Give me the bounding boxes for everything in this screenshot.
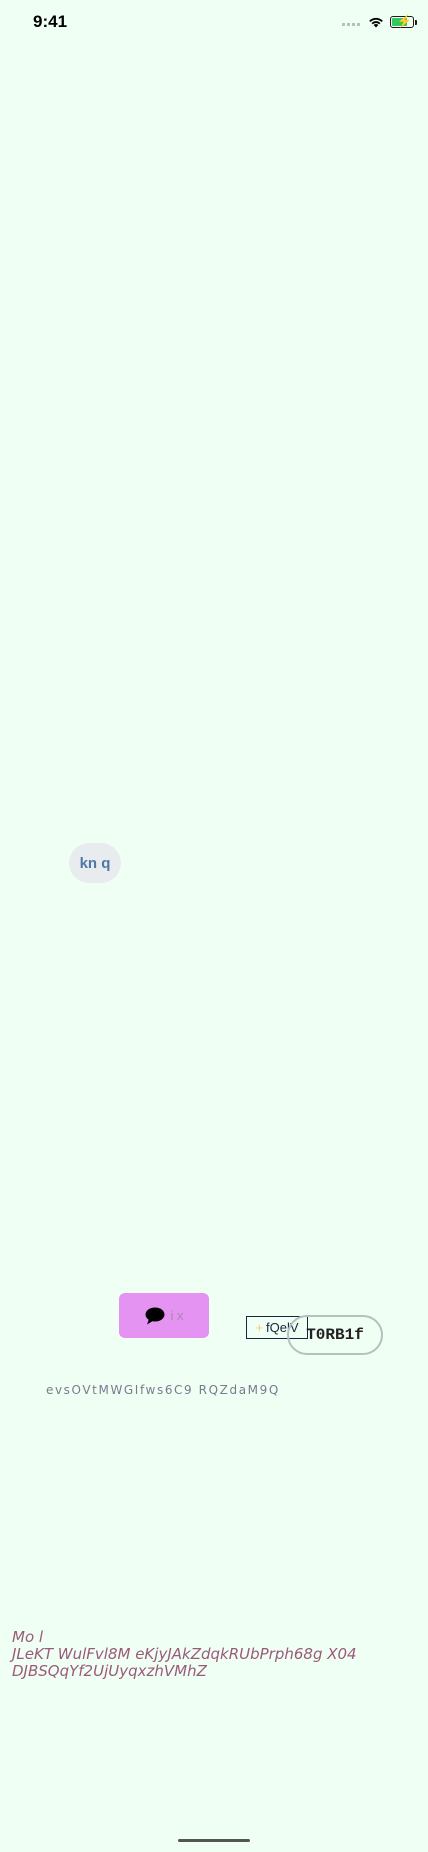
plus-icon: +: [255, 1320, 264, 1335]
speech-bubble-icon: [145, 1307, 164, 1324]
status-bar: 9:41 ⚡: [0, 0, 428, 44]
cellular-signal-icon: [342, 18, 362, 26]
pill-button[interactable]: T0RB1f: [287, 1315, 383, 1355]
wifi-icon: [368, 16, 384, 28]
footer-line-2: JLeKT WulFvl8M eKjyJAkZdqkRUbPrph68g X04: [12, 1645, 357, 1663]
chip-label: kn q: [79, 854, 111, 872]
message-button-label: i x: [170, 1308, 184, 1323]
charging-bolt-icon: ⚡: [397, 14, 412, 28]
footer-text: Mo l JLeKT WulFvl8M eKjyJAkZdqkRUbPrph68…: [12, 1629, 412, 1680]
home-indicator[interactable]: [178, 1839, 250, 1842]
pill-button-label: T0RB1f: [306, 1326, 364, 1344]
battery-icon: ⚡: [390, 14, 417, 28]
status-time: 9:41: [33, 12, 68, 31]
message-button[interactable]: i x: [119, 1293, 209, 1338]
chip-button[interactable]: kn q: [69, 843, 121, 883]
caption-text: evsOVtMWGIfws6C9 RQZdaM9Q: [46, 1383, 280, 1397]
footer-line-1: Mo l: [12, 1628, 44, 1646]
status-icons: ⚡: [342, 14, 417, 30]
footer-line-3: DJBSQqYf2UjUyqxzhVMhZ: [12, 1662, 207, 1680]
